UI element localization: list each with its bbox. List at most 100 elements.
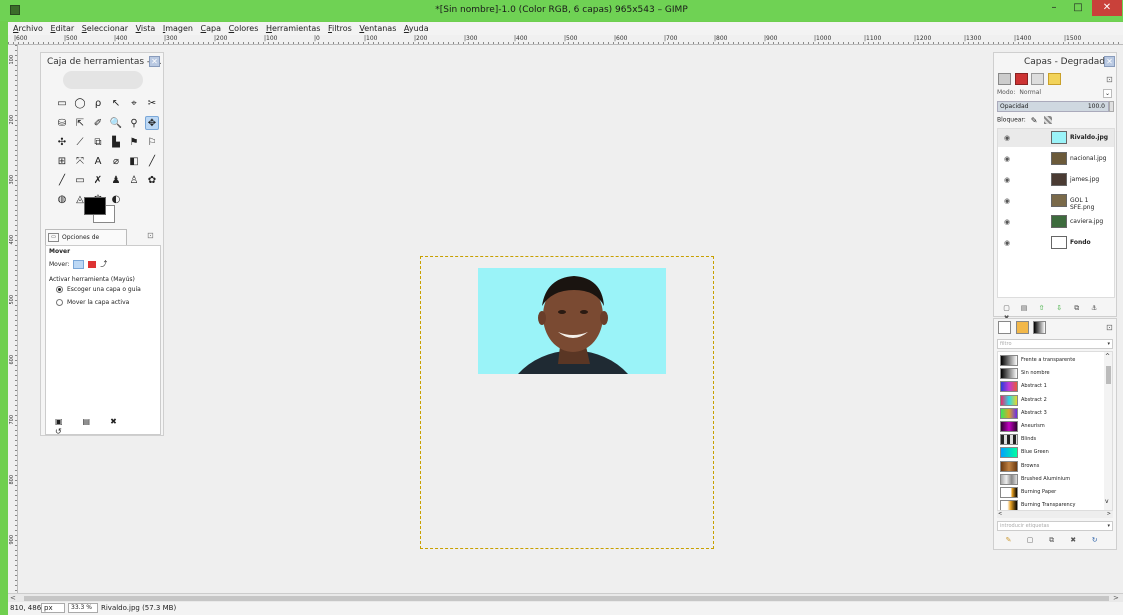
paths-tab-icon[interactable] [1031, 73, 1045, 85]
opacity-slider[interactable]: Opacidad 100.0 [997, 101, 1109, 112]
tool-icon[interactable]: ▭ [55, 97, 69, 111]
tool-icon[interactable]: ✂ [145, 97, 159, 111]
vertical-ruler[interactable]: 100 200 300 400 500 600 700 800 900 [8, 45, 18, 593]
tag-dropdown-icon[interactable]: ▾ [1107, 522, 1110, 530]
move-selection-mode-icon[interactable] [88, 261, 97, 268]
restore-options-icon[interactable]: ▤ [83, 417, 93, 427]
tool-icon[interactable]: ◧ [127, 155, 141, 169]
foreground-color-swatch[interactable] [84, 197, 106, 215]
tag-input[interactable]: introducir etiquetas ▾ [997, 521, 1113, 531]
layers-close-button[interactable]: ✕ [1104, 56, 1115, 67]
gradient-item[interactable]: Browns [998, 460, 1102, 473]
zoom-selector[interactable]: 33.3 % [68, 603, 98, 613]
gradient-item[interactable]: Abstract 2 [998, 394, 1102, 407]
tool-icon[interactable]: ╱ [145, 155, 159, 169]
toolbox-close-button[interactable]: ✕ [149, 56, 160, 67]
lower-layer-icon[interactable]: ⇩ [1055, 304, 1064, 313]
new-layer-group-icon[interactable]: ▤ [1020, 304, 1029, 313]
canvas-scroll-thumb[interactable] [24, 596, 1109, 601]
visibility-eye-icon[interactable]: ◉ [1004, 176, 1010, 184]
raise-layer-icon[interactable]: ⇧ [1037, 304, 1046, 313]
menu-filtros[interactable]: Filtros [328, 22, 352, 35]
hscroll-right-icon[interactable]: > [1107, 511, 1111, 517]
scroll-up-icon[interactable]: ^ [1105, 353, 1110, 360]
tool-icon[interactable]: 🔍 [109, 117, 123, 131]
filter-dropdown-icon[interactable]: ▾ [1107, 340, 1110, 348]
new-gradient-icon[interactable]: ▢ [1026, 536, 1035, 545]
duplicate-layer-icon[interactable]: ⧉ [1072, 304, 1081, 313]
menu-ventanas[interactable]: Ventanas [359, 22, 396, 35]
patterns-tab-icon[interactable] [1015, 321, 1029, 334]
scroll-down-icon[interactable]: v [1105, 498, 1109, 505]
close-window-button[interactable]: ✕ [1092, 0, 1122, 16]
layer-image-rivaldo[interactable] [478, 268, 666, 374]
gradient-list-scrollbar[interactable]: ^ v [1104, 352, 1112, 510]
channels-tab-icon[interactable] [1014, 73, 1028, 85]
gradient-item[interactable]: Sin nombre [998, 367, 1102, 380]
layer-row[interactable]: ◉ james.jpg [998, 171, 1114, 189]
tool-icon[interactable]: ✿ [145, 174, 159, 188]
move-active-layer-radio[interactable]: Mover la capa activa [56, 299, 129, 306]
tool-icon[interactable]: ⧉ [91, 136, 105, 150]
gradient-item[interactable]: Burning Transparency [998, 499, 1102, 510]
gradient-item[interactable]: Aneurism [998, 420, 1102, 433]
anchor-layer-icon[interactable]: ⚓ [1090, 304, 1099, 313]
maximize-button[interactable]: □ [1066, 0, 1090, 16]
delete-options-icon[interactable]: ✖ [110, 417, 120, 427]
gradients-config-icon[interactable]: ⊡ [1106, 323, 1113, 332]
tool-options-config-icon[interactable]: ⊡ [147, 231, 154, 240]
layers-tab-icon[interactable] [998, 73, 1011, 85]
tool-icon[interactable]: ↖ [109, 97, 123, 111]
tool-icon[interactable]: ρ [91, 97, 105, 111]
tool-icon[interactable]: ▙ [109, 136, 123, 150]
layer-row[interactable]: ◉ nacional.jpg [998, 150, 1114, 168]
duplicate-gradient-icon[interactable]: ⧉ [1047, 536, 1056, 545]
menu-seleccionar[interactable]: Seleccionar [82, 22, 128, 35]
menu-archivo[interactable]: Archivo [13, 22, 43, 35]
minimize-button[interactable]: – [1042, 0, 1066, 16]
lock-alpha-icon[interactable] [1043, 116, 1052, 124]
delete-gradient-icon[interactable]: ✖ [1069, 536, 1078, 545]
edit-gradient-icon[interactable]: ✎ [1004, 536, 1013, 545]
hscroll-left-icon[interactable]: < [998, 511, 1002, 517]
menu-colores[interactable]: Colores [229, 22, 259, 35]
tool-icon[interactable]: ✐ [91, 117, 105, 131]
visibility-eye-icon[interactable]: ◉ [1004, 218, 1010, 226]
gradients-filter-input[interactable]: filtro ▾ [997, 339, 1113, 349]
menu-vista[interactable]: Vista [136, 22, 156, 35]
visibility-eye-icon[interactable]: ◉ [1004, 239, 1010, 247]
gradient-item[interactable]: Blinds [998, 433, 1102, 446]
lock-pixels-icon[interactable]: ✎ [1031, 116, 1039, 125]
menu-imagen[interactable]: Imagen [163, 22, 193, 35]
tool-icon[interactable]: ⚲ [127, 117, 141, 131]
visibility-eye-icon[interactable]: ◉ [1004, 197, 1010, 205]
tool-icon[interactable]: ⟋ [73, 136, 87, 150]
layer-row[interactable]: ◉ caviera.jpg [998, 213, 1114, 231]
layers-config-icon[interactable]: ⊡ [1106, 75, 1113, 84]
tool-icon[interactable]: ◯ [73, 97, 87, 111]
tool-icon[interactable]: ⚑ [127, 136, 141, 150]
gradient-hscrollbar[interactable]: < > [997, 511, 1113, 518]
menu-ayuda[interactable]: Ayuda [404, 22, 429, 35]
tool-icon[interactable]: ♟ [109, 174, 123, 188]
layer-mode-dropdown[interactable]: ⌄ [1103, 89, 1112, 98]
brushes-tab-icon[interactable] [998, 321, 1011, 334]
gradient-item[interactable]: Blue Green [998, 446, 1102, 459]
menu-herramientas[interactable]: Herramientas [266, 22, 321, 35]
tool-icon[interactable]: ⛁ [55, 117, 69, 131]
tool-icon[interactable]: ⇱ [73, 117, 87, 131]
tool-icon[interactable]: ⊞ [55, 155, 69, 169]
undo-history-tab-icon[interactable] [1047, 73, 1061, 85]
unit-selector[interactable]: px [41, 603, 65, 613]
move-layer-mode-icon[interactable] [73, 260, 85, 269]
scroll-thumb[interactable] [1106, 366, 1111, 384]
gradient-item[interactable]: Burning Paper [998, 486, 1102, 499]
tool-icon[interactable]: ⌀ [109, 155, 123, 169]
tool-icon[interactable]: ▭ [73, 174, 87, 188]
visibility-eye-icon[interactable]: ◉ [1004, 155, 1010, 163]
gradient-item[interactable]: Brushed Aluminium [998, 473, 1102, 486]
reset-options-icon[interactable]: ↺ [55, 427, 65, 437]
refresh-gradients-icon[interactable]: ↻ [1090, 536, 1099, 545]
canvas-hscrollbar[interactable]: < > [8, 593, 1123, 602]
layer-row[interactable]: ◉ Fondo [998, 234, 1114, 252]
